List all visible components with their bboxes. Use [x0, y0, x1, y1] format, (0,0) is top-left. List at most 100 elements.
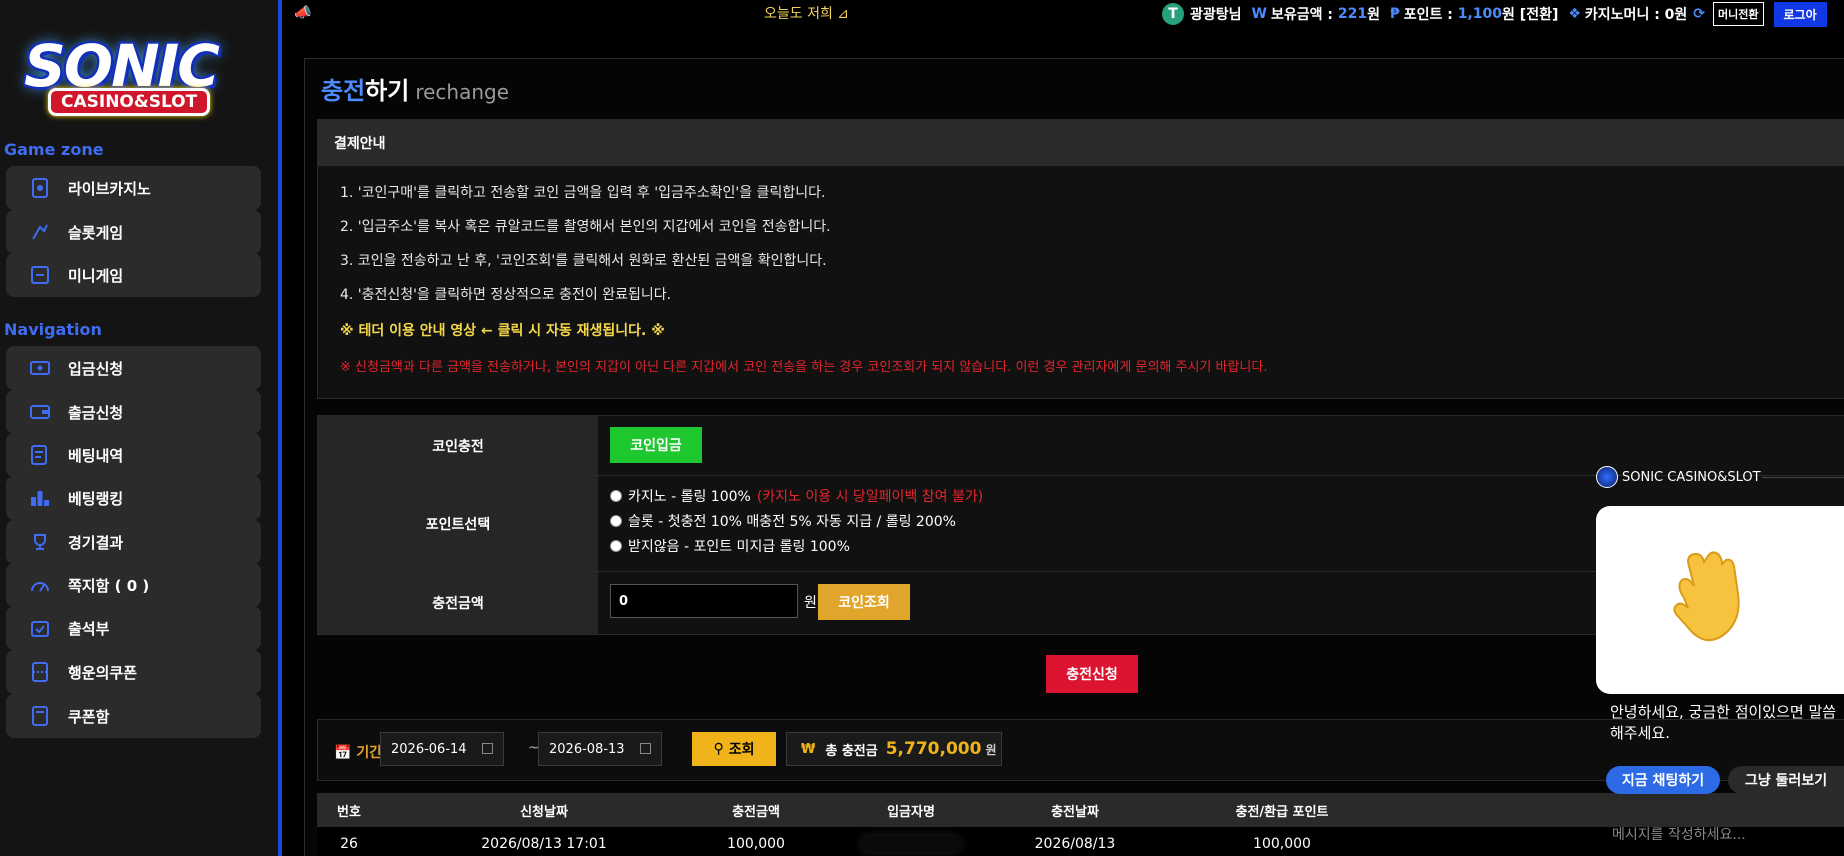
amount-input[interactable]: 0: [610, 584, 798, 618]
video-note-text: 테더 이용 안내 영상 ← 클릭 시 자동 재생됩니다.: [358, 323, 647, 339]
option-text: 받지않음 - 포인트 미지급 롤링 100%: [628, 539, 850, 555]
sidebar-item-match-results[interactable]: 경기결과: [6, 520, 261, 564]
logo-subtitle: CASINO&SLOT: [48, 88, 211, 116]
search-icon: ⚲: [713, 741, 729, 757]
site-logo[interactable]: SONIC CASINO&SLOT: [14, 26, 260, 118]
sidebar-item-label: 라이브카지노: [68, 179, 151, 198]
sidebar-item-betting-history[interactable]: 베팅내역: [6, 433, 261, 477]
sidebar-item-deposit[interactable]: 입금신청: [6, 346, 261, 390]
sidebar-item-betting-ranking[interactable]: 베팅랭킹: [6, 476, 261, 520]
won-icon: ₩: [801, 741, 816, 757]
sidebar-item-messages[interactable]: 쪽지함 ( 0 ): [6, 563, 261, 607]
column-header: 신청날짜: [520, 804, 568, 820]
video-note-prefix: ※: [340, 323, 359, 339]
search-button-label: 조회: [728, 742, 755, 758]
point-icon: ₱: [1389, 6, 1400, 22]
megaphone-icon: 📣: [294, 5, 312, 21]
radio-button[interactable]: [610, 490, 622, 502]
coupon-box-icon: [30, 706, 50, 726]
logout-button[interactable]: 로그아: [1773, 1, 1827, 27]
sidebar-item-attendance[interactable]: 출석부: [6, 606, 261, 650]
point-label: 포인트 :: [1403, 7, 1453, 23]
sidebar-item-slot[interactable]: 슬롯게임: [6, 210, 261, 254]
deposit-icon: [30, 358, 50, 378]
video-guide-link[interactable]: ※ 테더 이용 안내 영상 ← 클릭 시 자동 재생됩니다. ※: [340, 320, 665, 340]
amount-unit: 원: [804, 595, 817, 611]
sidebar-item-mini-game[interactable]: 미니게임: [6, 253, 261, 297]
total-charge: ₩ 총 충전금 5,770,000 원: [786, 732, 1002, 766]
point-unit: 원: [1502, 7, 1515, 23]
cell-charge-date: 2026/08/13: [1034, 836, 1116, 852]
warning-text: ※ 신청금액과 다른 금액을 전송하거나, 본인의 지갑이 아닌 다른 지갑에서…: [340, 360, 1268, 375]
guide-step: 1. '코인구매'를 클릭하고 전송할 코인 금액을 입력 후 '입금주소확인'…: [340, 185, 826, 201]
casino-money: 카지노머니 : 0원: [1584, 7, 1688, 23]
sidebar-item-withdraw[interactable]: 출금신청: [6, 390, 261, 434]
money-switch-button[interactable]: 머니전환: [1713, 2, 1764, 26]
sidebar-item-label: 경기결과: [68, 533, 124, 552]
attendance-icon: [30, 618, 50, 638]
date-from-input[interactable]: 2026-06-14: [380, 732, 504, 766]
chat-divider: [1762, 477, 1844, 478]
user-info: T 광광탕님 W 보유금액 : 221 원 ₱ 포인트 : 1,100 원 [전환]…: [1162, 1, 1827, 27]
cell-points: 100,000: [1253, 836, 1311, 852]
tether-icon: T: [1162, 3, 1184, 25]
cell-no: 26: [340, 836, 358, 852]
game-zone-title: Game zone: [4, 140, 104, 159]
point-select-label: 포인트선택: [318, 476, 598, 571]
table-header: 번호 신청날짜 충전금액 입금자명 충전날짜 충전/환급 포인트: [317, 793, 1844, 827]
cell-request-date: 2026/08/13 17:01: [481, 836, 607, 852]
live-casino-icon: [30, 178, 50, 198]
notice-marquee: 오늘도 저희 ⊿: [764, 6, 850, 22]
cell-depositor: [861, 827, 961, 856]
point-option-casino[interactable]: 카지노 - 롤링 100% (카지노 이용 시 당일페이백 참여 불가): [610, 486, 983, 506]
chat-avatar: [1596, 466, 1618, 488]
refresh-icon[interactable]: ⟳: [1693, 6, 1705, 22]
calendar-icon: 📅: [334, 745, 357, 761]
chat-message-input[interactable]: 메시지를 작성하세요...: [1612, 824, 1746, 844]
page-title-highlight: 충전: [321, 77, 366, 105]
sidebar-item-lucky-coupon[interactable]: 행운의쿠폰: [6, 650, 261, 694]
coin-check-button[interactable]: 코인조회: [818, 584, 910, 620]
date-from-value: 2026-06-14: [391, 741, 467, 757]
point-value: 1,100: [1457, 6, 1503, 22]
sidebar-item-coupon-box[interactable]: 쿠폰함: [6, 694, 261, 738]
guide-heading: 결제안내: [318, 120, 1844, 166]
date-to-input[interactable]: 2026-08-13: [538, 732, 662, 766]
sidebar: SONIC CASINO&SLOT Game zone 라이브카지노 슬롯게임 …: [0, 0, 282, 856]
page-title-rest: 하기: [365, 77, 410, 105]
calendar-icon: [640, 743, 651, 754]
radio-button[interactable]: [610, 515, 622, 527]
point-option-slot[interactable]: 슬롯 - 첫충전 10% 매충전 5% 자동 지급 / 롤링 200%: [610, 511, 956, 531]
sidebar-item-live-casino[interactable]: 라이브카지노: [6, 166, 261, 210]
option-text: 슬롯 - 첫충전 10% 매충전 5% 자동 지급 / 롤링 200%: [628, 514, 956, 530]
radio-button[interactable]: [610, 540, 622, 552]
trophy-icon: [30, 532, 50, 552]
coin-charge-label: 코인충전: [318, 416, 598, 475]
page-title: 충전하기 rechange: [321, 71, 509, 106]
sidebar-item-label: 출석부: [68, 619, 110, 638]
sidebar-item-label: 행운의쿠폰: [68, 663, 138, 682]
option-warning: (카지노 이용 시 당일페이백 참여 불가): [756, 489, 984, 505]
chat-now-button[interactable]: 지금 채팅하기: [1606, 766, 1720, 794]
sidebar-item-label: 쪽지함 ( 0 ): [68, 576, 150, 595]
convert-point-link[interactable]: [전환]: [1520, 4, 1559, 24]
betting-history-icon: [30, 445, 50, 465]
search-button[interactable]: ⚲ 조회: [692, 732, 776, 766]
waving-hand-icon: [1673, 551, 1740, 642]
chat-greeting: 안녕하세요, 궁금한 점이있으면 말씀해주세요.: [1610, 703, 1837, 742]
browse-button[interactable]: 그냥 둘러보기: [1728, 766, 1844, 794]
coin-deposit-button[interactable]: 코인입금: [610, 427, 702, 463]
sidebar-item-label: 미니게임: [68, 266, 124, 285]
ranking-icon: [30, 488, 50, 508]
sidebar-item-label: 슬롯게임: [68, 223, 124, 242]
top-bar: 📣 오늘도 저희 ⊿ T 광광탕님 W 보유금액 : 221 원 ₱ 포인트 : …: [286, 0, 1844, 30]
point-option-none[interactable]: 받지않음 - 포인트 미지급 롤링 100%: [610, 536, 850, 556]
column-header: 번호: [337, 804, 361, 820]
balance-label: 보유금액 :: [1270, 7, 1333, 23]
column-header: 입금자명: [887, 804, 935, 820]
guide-step: 3. 코인을 전송하고 난 후, '코인조회'를 클릭해서 원화로 환산된 금액…: [340, 253, 827, 269]
won-icon: W: [1251, 6, 1267, 22]
charge-submit-button[interactable]: 충전신청: [1046, 655, 1138, 693]
slot-icon: [30, 222, 50, 242]
cell-amount: 100,000: [727, 836, 785, 852]
